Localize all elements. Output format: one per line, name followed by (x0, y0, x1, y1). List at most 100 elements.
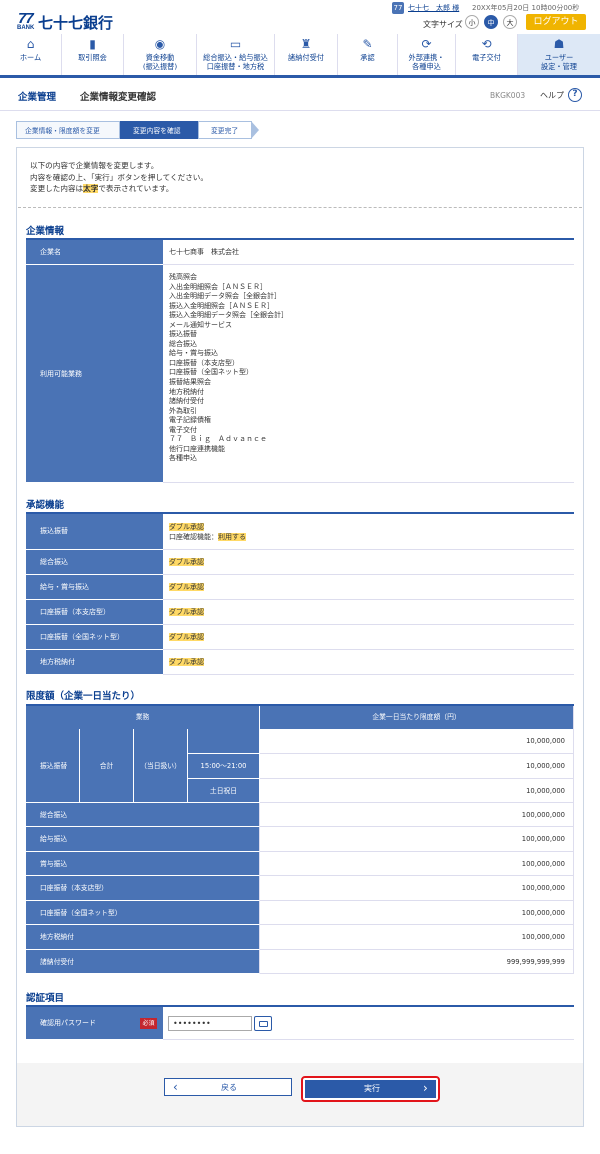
limits-table: 業務 企業一日当たり限度額（円） 振込振替 合計 （当日扱い） 15:00～21… (26, 706, 574, 974)
transfer-amount: 10,000,000 (260, 779, 574, 803)
approval-value: ダブル承認 (163, 550, 574, 575)
step-arrow (251, 121, 259, 139)
nav-bulk-transfer[interactable]: ▭ 総合振込・給与振込 口座振替・地方税 (197, 34, 275, 75)
nav-label: 資金移動 (振込振替) (142, 53, 178, 71)
services-list: 残高照会 入出金明細照会［ＡＮＳＥＲ］ 入出金明細データ照会［全銀会計］ 振込入金明細… (163, 265, 574, 483)
approval-mode: ダブル承認 (169, 608, 204, 616)
nav-label: 外部連携・ 各種申込 (408, 53, 445, 71)
header: 77 BANK 七十七銀行 77 七十七 太郎 様 20XX年05月20日 10… (0, 0, 600, 34)
font-size-small-button[interactable]: 小 (465, 15, 479, 29)
execute-button-highlight: 実行 › (301, 1076, 440, 1102)
tax-icon: ♜ (300, 37, 312, 51)
approval-value: ダブル承認口座確認機能：利用する (163, 514, 574, 550)
font-size-large-button[interactable]: 大 (503, 15, 517, 29)
nav-home[interactable]: ⌂ ホーム (0, 34, 62, 75)
limits-heading: 限度額（企業一日当たり） (26, 691, 141, 702)
approval-mode: ダブル承認 (169, 658, 204, 666)
approval-mode: ダブル承認 (169, 523, 204, 531)
divider (18, 207, 582, 208)
account-check-value: 利用する (218, 533, 246, 541)
nav-label: 取引照会 (78, 53, 107, 62)
keyboard-icon (259, 1021, 268, 1027)
service-item: 諸納付受付 (169, 397, 204, 406)
limit-amount: 100,000,000 (260, 925, 574, 950)
limit-label: 諸納付受付 (26, 950, 260, 974)
logout-button[interactable]: ログアウト (526, 14, 586, 30)
service-item: 残高照会 (169, 273, 197, 281)
page-title: 企業情報変更確認 (80, 92, 157, 103)
limit-label: 賞与振込 (26, 852, 260, 876)
nav-inquiry[interactable]: ▮ 取引照会 (62, 34, 124, 75)
intro-line: 以下の内容で企業情報を変更します。 (30, 161, 159, 170)
nav-transfer[interactable]: ◉ 資金移動 (振込振替) (124, 34, 197, 75)
services-label: 利用可能業務 (26, 265, 163, 483)
limit-label: 地方税納付 (26, 925, 260, 950)
limit-amount: 100,000,000 (260, 876, 574, 901)
step-1: 企業情報・限度額を変更 (16, 121, 120, 139)
auth-heading: 認証項目 (26, 993, 65, 1004)
user-name-link[interactable]: 七十七 太郎 様 (408, 3, 459, 13)
nav-approval[interactable]: ✎ 承認 (338, 34, 398, 75)
help-link[interactable]: ヘルプ (540, 90, 564, 101)
nav-electronic[interactable]: ⟲ 電子交付 (456, 34, 518, 75)
help-icon[interactable]: ? (568, 88, 582, 102)
document-icon: ▮ (89, 37, 96, 51)
limit-amount: 100,000,000 (260, 827, 574, 852)
service-item: 給与・賞与振込 (169, 349, 218, 358)
limit-amount: 999,999,999,999 (260, 950, 574, 974)
approval-value: ダブル承認 (163, 575, 574, 600)
nav-external[interactable]: ⟳ 外部連携・ 各種申込 (398, 34, 456, 75)
approval-label: 口座振替（本支店型） (26, 600, 163, 625)
bold-highlight: 太字 (83, 184, 99, 193)
limit-label: 口座振替（本支店型） (26, 876, 260, 901)
blank-cell (188, 729, 260, 754)
software-keyboard-button[interactable] (254, 1016, 272, 1031)
service-item: 各種申込 (169, 454, 197, 463)
approval-value: ダブル承認 (163, 650, 574, 675)
nav-label: 承認 (360, 53, 375, 62)
service-item: 口座振替（全国ネット型） (169, 368, 253, 377)
service-item: 入出金明細データ照会［全銀会計］ (169, 292, 281, 301)
account-check-label: 口座確認機能： (169, 533, 218, 541)
service-item: メール通知サービス (169, 320, 232, 329)
service-item: 振込入金明細データ照会［全銀会計］ (169, 311, 288, 320)
limit-amount: 100,000,000 (260, 803, 574, 827)
intro-text-part: で表示されています。 (98, 184, 174, 193)
intro-line: 内容を確認の上、「実行」ボタンを押してください。 (30, 172, 208, 182)
page-title-bar: 企業管理 企業情報変更確認 BKGK003 ヘルプ ? (0, 81, 600, 111)
service-item: ７７ Ｂｉｇ Ａｄｖａｎｃｅ (169, 435, 267, 444)
col-amount: 企業一日当たり限度額（円） (260, 706, 574, 729)
nav-tax-payment[interactable]: ♜ 諸納付受付 (275, 34, 338, 75)
global-nav: ⌂ ホーム ▮ 取引照会 ◉ 資金移動 (振込振替) ▭ 総合振込・給与振込 口座振替・… (0, 34, 600, 78)
transfer-label: 振込振替 (26, 729, 80, 803)
nav-label: 諸納付受付 (288, 53, 324, 62)
service-item: 入出金明細照会［ＡＮＳＥＲ］ (169, 282, 267, 291)
company-heading: 企業情報 (26, 226, 65, 237)
electronic-icon: ⟲ (481, 37, 492, 51)
nav-user-settings[interactable]: ☗ ユーザー 設定・管理 (518, 34, 600, 75)
service-item: 外為取引 (169, 406, 197, 415)
col-task: 業務 (26, 706, 260, 729)
card-icon: ▭ (229, 37, 242, 51)
required-badge: 必須 (140, 1018, 157, 1029)
user-icon: 77 (392, 2, 404, 14)
intro-line: 変更した内容は太字で表示されています。 (30, 183, 208, 195)
limit-label: 口座振替（全国ネット型） (26, 901, 260, 925)
holiday-label: 土日祝日 (188, 779, 260, 803)
service-item: 電子交付 (169, 425, 197, 434)
password-input[interactable]: •••••••• (168, 1016, 252, 1031)
approve-icon: ✎ (362, 37, 373, 51)
time-label: 15:00～21:00 (188, 754, 260, 779)
limit-amount: 100,000,000 (260, 852, 574, 876)
nav-label: ユーザー 設定・管理 (541, 53, 577, 71)
approval-heading: 承認機能 (26, 500, 65, 511)
nav-label: 電子交付 (472, 53, 501, 62)
nav-label: 総合振込・給与振込 口座振替・地方税 (203, 53, 268, 71)
total-label: 合計 (80, 729, 134, 803)
font-size-medium-button[interactable]: 中 (484, 15, 498, 29)
transfer-amount: 10,000,000 (260, 729, 574, 754)
back-button[interactable]: ‹ 戻る (164, 1078, 292, 1096)
intro-text-part: 変更した内容は (30, 184, 84, 193)
execute-button[interactable]: 実行 › (305, 1080, 436, 1098)
step-indicator: 企業情報・限度額を変更 変更内容を確認 変更完了 (16, 121, 584, 139)
